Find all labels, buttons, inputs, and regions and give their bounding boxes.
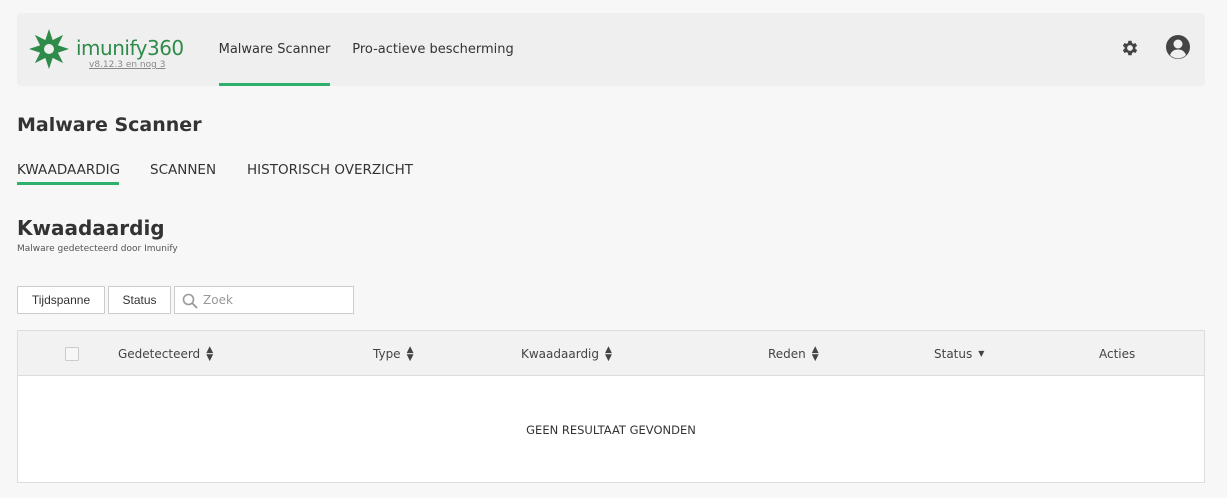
status-filter-button[interactable]: Status xyxy=(108,286,171,314)
imunify-star-icon xyxy=(29,29,69,69)
avatar-icon[interactable] xyxy=(1165,34,1191,60)
sort-icon: ▲ ▼ xyxy=(605,344,612,363)
section-subtitle: Malware gedetecteerd door Imunify xyxy=(17,244,178,254)
search-input[interactable] xyxy=(203,290,348,310)
sort-icon: ▲ ▼ xyxy=(406,344,414,363)
column-header-acties: Acties xyxy=(1099,346,1136,361)
top-navigation-bar: imunify360 v8.12.3 en nog 3 Malware Scan… xyxy=(17,13,1205,86)
malware-table: Gedetecteerd ▲ ▼ Type ▲ ▼ Kwaadaardig ▲ ▼ R… xyxy=(17,330,1205,483)
column-header-status[interactable]: Status ▼ xyxy=(934,331,984,376)
empty-state-message: GEEN RESULTAAT GEVONDEN xyxy=(526,423,696,437)
subtab-historisch-overzicht[interactable]: HISTORISCH OVERZICHT xyxy=(247,162,413,186)
timespan-filter-button[interactable]: Tijdspanne xyxy=(17,286,105,314)
column-header-kwaadaardig[interactable]: Kwaadaardig ▲ ▼ xyxy=(521,331,612,376)
page-title: Malware Scanner xyxy=(17,114,202,136)
gear-icon[interactable] xyxy=(1120,38,1140,58)
tab-malware-scanner[interactable]: Malware Scanner xyxy=(219,13,330,86)
column-header-reden[interactable]: Reden ▲ ▼ xyxy=(768,331,819,376)
sort-icon: ▲ ▼ xyxy=(206,344,214,363)
search-box xyxy=(174,286,354,314)
section-title: Kwaadaardig xyxy=(17,216,165,240)
tab-proactive-protection[interactable]: Pro-actieve bescherming xyxy=(352,13,514,86)
select-all-checkbox[interactable] xyxy=(65,347,79,361)
sort-down-icon: ▼ xyxy=(978,349,985,358)
subtab-scannen[interactable]: SCANNEN xyxy=(150,162,216,186)
imunify-logo[interactable]: imunify360 v8.12.3 en nog 3 xyxy=(29,28,199,73)
subtab-kwaadaardig[interactable]: KWAADAARDIG xyxy=(17,162,120,186)
table-header: Gedetecteerd ▲ ▼ Type ▲ ▼ Kwaadaardig ▲ ▼ R… xyxy=(18,331,1204,376)
column-header-type[interactable]: Type ▲ ▼ xyxy=(373,331,413,376)
column-header-gedetecteerd[interactable]: Gedetecteerd ▲ ▼ xyxy=(118,331,213,376)
version-link[interactable]: v8.12.3 en nog 3 xyxy=(89,60,165,70)
brand-name: imunify360 xyxy=(76,36,184,60)
search-icon xyxy=(182,293,198,309)
sort-icon: ▲ ▼ xyxy=(811,344,819,363)
